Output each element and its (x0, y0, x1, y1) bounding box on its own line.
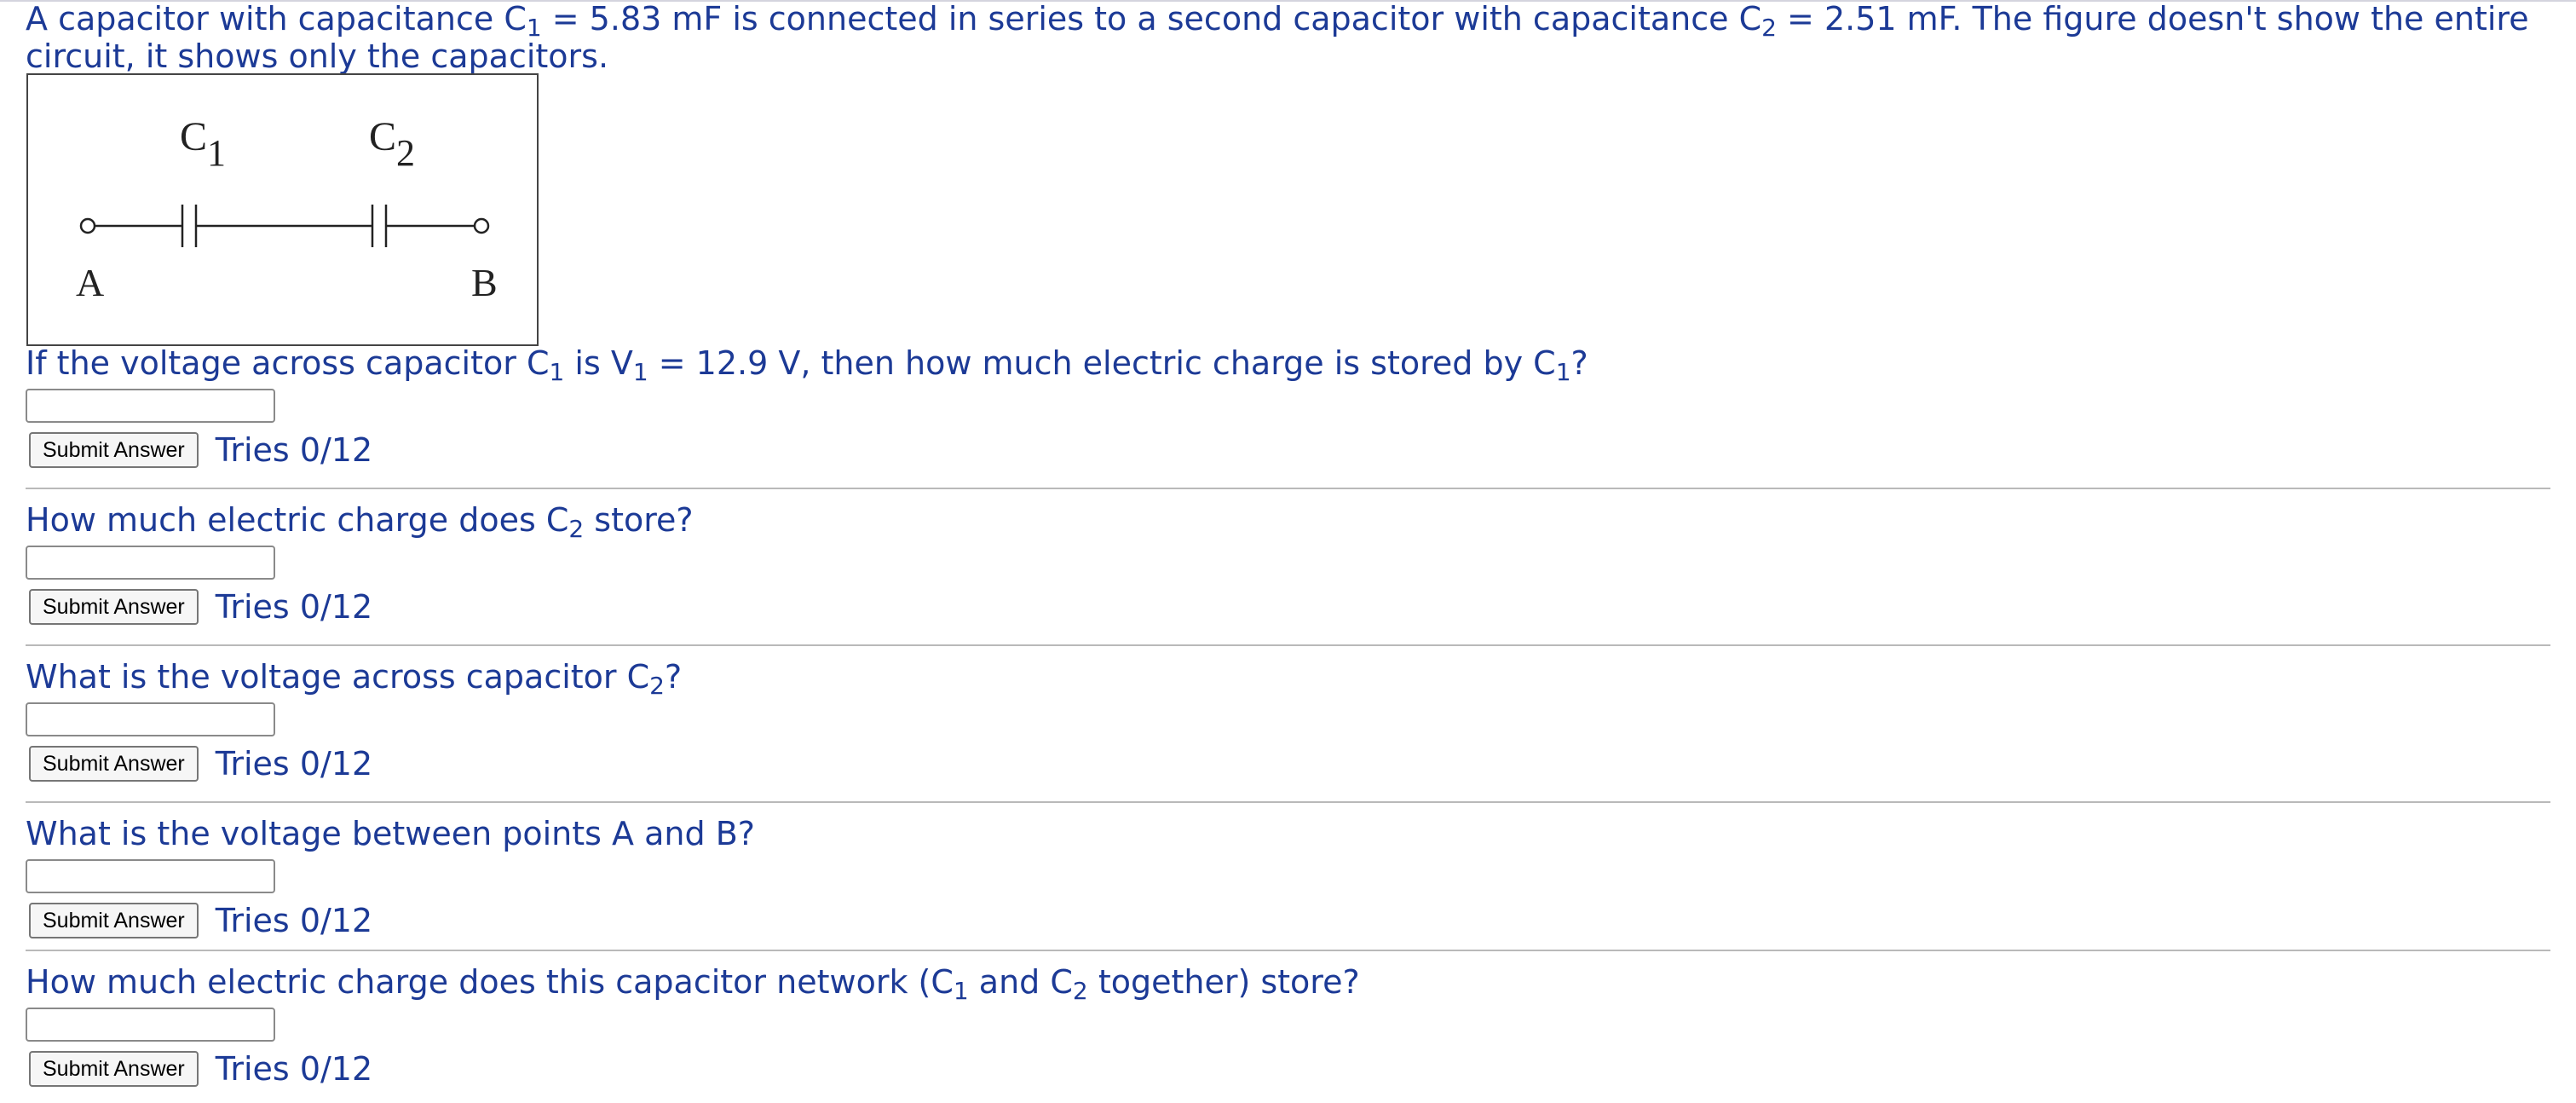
tries-counter: Tries 0/12 (215, 1050, 373, 1088)
capacitor-figure: C1 C2 A B (26, 73, 539, 346)
tries-counter: Tries 0/12 (215, 588, 373, 626)
question-text: What is the voltage between points A and… (26, 815, 755, 852)
answer-input[interactable] (26, 389, 275, 423)
question-5: How much electric charge does this capac… (26, 963, 2556, 1088)
divider (26, 950, 2550, 951)
question-4: What is the voltage between points A and… (26, 815, 2556, 939)
terminal-b (473, 217, 490, 234)
submit-row: Submit Answer Tries 0/12 (26, 588, 2556, 626)
divider (26, 801, 2550, 803)
submit-answer-button[interactable]: Submit Answer (29, 903, 199, 938)
submit-row: Submit Answer Tries 0/12 (26, 745, 2556, 782)
question-text: What is the voltage across capacitor C2? (26, 658, 683, 700)
c2-label: C2 (369, 114, 415, 174)
submit-row: Submit Answer Tries 0/12 (26, 1050, 2556, 1088)
c1-label: C1 (180, 114, 226, 174)
answer-input[interactable] (26, 702, 275, 736)
divider (26, 488, 2550, 489)
submit-row: Submit Answer Tries 0/12 (26, 902, 2556, 939)
question-2: How much electric charge does C2 store? … (26, 501, 2556, 626)
question-text: If the voltage across capacitor C1 is V1… (26, 344, 1588, 386)
submit-answer-button[interactable]: Submit Answer (29, 589, 199, 625)
point-b-label: B (471, 261, 498, 304)
answer-input[interactable] (26, 1008, 275, 1042)
divider (26, 644, 2550, 646)
question-text: How much electric charge does this capac… (26, 963, 1360, 1005)
submit-answer-button[interactable]: Submit Answer (29, 746, 199, 782)
problem-statement: A capacitor with capacitance C1 = 5.83 m… (26, 0, 2529, 75)
tries-counter: Tries 0/12 (215, 902, 373, 939)
answer-input[interactable] (26, 859, 275, 893)
point-a-label: A (76, 261, 104, 304)
tries-counter: Tries 0/12 (215, 745, 373, 782)
submit-row: Submit Answer Tries 0/12 (26, 431, 2556, 469)
terminal-a (79, 217, 96, 234)
tries-counter: Tries 0/12 (215, 431, 373, 469)
answer-input[interactable] (26, 546, 275, 580)
submit-answer-button[interactable]: Submit Answer (29, 1051, 199, 1087)
question-1: If the voltage across capacitor C1 is V1… (26, 344, 2556, 469)
submit-answer-button[interactable]: Submit Answer (29, 432, 199, 468)
question-3: What is the voltage across capacitor C2?… (26, 658, 2556, 782)
question-text: How much electric charge does C2 store? (26, 501, 694, 543)
